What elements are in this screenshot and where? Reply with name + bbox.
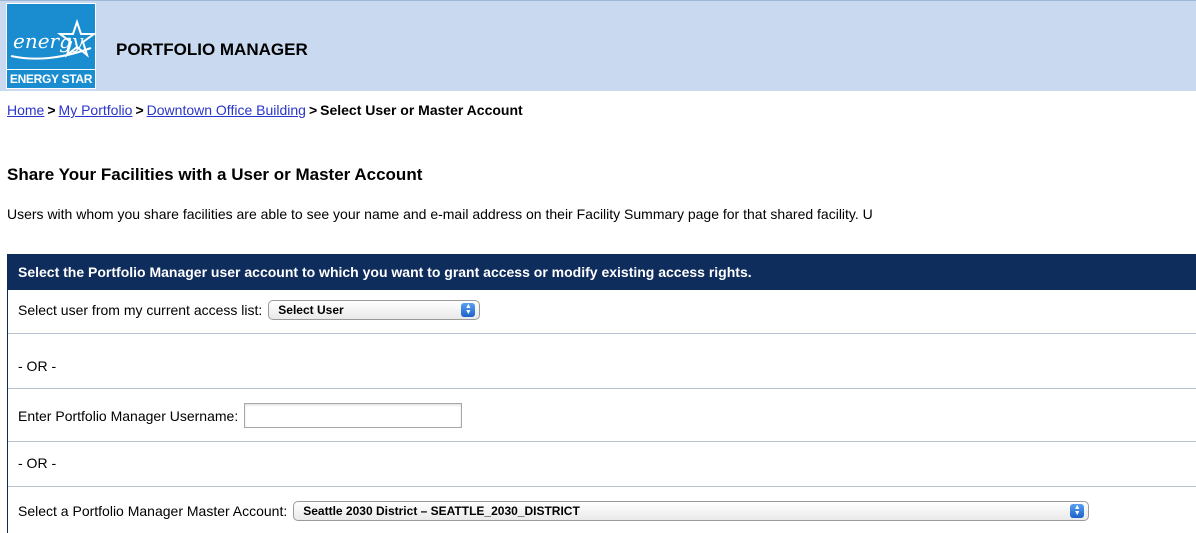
divider <box>8 388 1196 389</box>
or-text: - OR - <box>18 455 57 471</box>
master-account-row: Select a Portfolio Manager Master Accoun… <box>18 501 1090 521</box>
breadcrumb-building-link[interactable]: Downtown Office Building <box>147 102 306 118</box>
intro-text: Users with whom you share facilities are… <box>7 206 873 222</box>
username-row: Enter Portfolio Manager Username: <box>18 403 463 428</box>
breadcrumb-separator: > <box>135 102 144 118</box>
master-account-selected: Seattle 2030 District – SEATTLE_2030_DIS… <box>303 504 580 518</box>
share-panel: Select the Portfolio Manager user accoun… <box>7 254 1196 533</box>
energy-star-logo[interactable]: energy ENERGY STAR <box>6 3 96 89</box>
site-header: energy ENERGY STAR PORTFOLIO MANAGER <box>0 0 1196 91</box>
or-row: - OR - <box>18 455 56 471</box>
app-title: PORTFOLIO MANAGER <box>116 40 308 59</box>
access-list-selected: Select User <box>278 303 344 317</box>
access-list-label: Select user from my current access list: <box>18 302 263 318</box>
logo-label: ENERGY STAR <box>7 69 95 88</box>
access-list-row: Select user from my current access list:… <box>18 300 481 320</box>
panel-header: Select the Portfolio Manager user accoun… <box>8 255 1196 290</box>
select-arrows-icon: ▲ ▼ <box>461 303 476 317</box>
username-label: Enter Portfolio Manager Username: <box>18 407 239 424</box>
breadcrumb-home-link[interactable]: Home <box>7 102 44 118</box>
breadcrumb-portfolio-link[interactable]: My Portfolio <box>59 102 133 118</box>
select-arrows-icon: ▲ ▼ <box>1070 504 1085 518</box>
breadcrumb-separator: > <box>47 102 56 118</box>
or-text: - OR - <box>18 358 57 374</box>
divider <box>8 333 1196 334</box>
page-title: Share Your Facilities with a User or Mas… <box>7 165 423 184</box>
breadcrumb: Home > My Portfolio > Downtown Office Buildi… <box>7 102 523 118</box>
breadcrumb-separator: > <box>308 102 318 118</box>
master-account-select[interactable]: Seattle 2030 District – SEATTLE_2030_DIS… <box>293 501 1090 521</box>
breadcrumb-current: Select User or Master Account <box>320 102 523 118</box>
username-input[interactable] <box>244 403 463 428</box>
energy-star-icon: energy <box>10 18 95 60</box>
divider <box>8 441 1196 442</box>
divider <box>8 486 1196 487</box>
master-account-label: Select a Portfolio Manager Master Accoun… <box>18 503 288 519</box>
or-row: - OR - <box>18 358 56 374</box>
access-list-select[interactable]: Select User ▲ ▼ <box>268 300 481 320</box>
